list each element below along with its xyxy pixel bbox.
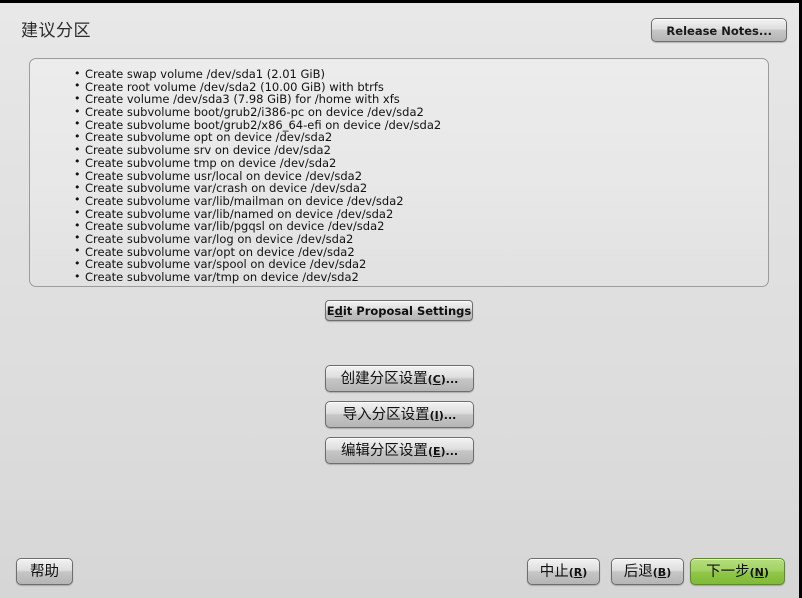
abort-accel: (R) <box>568 566 588 579</box>
back-label: 后退 <box>623 564 653 580</box>
proposal-list-item: Create subvolume usr/local on device /de… <box>74 169 768 182</box>
proposal-list-item: Create subvolume var/crash on device /de… <box>74 182 768 195</box>
import-partition-accel: (I)... <box>429 409 457 422</box>
edit-proposal-accel: d <box>334 304 343 318</box>
proposal-list-item: Create subvolume boot/grub2/x86_64-efi o… <box>74 118 768 131</box>
proposal-list-item: Create subvolume var/opt on device /dev/… <box>74 245 768 258</box>
back-accel: (B) <box>652 566 672 579</box>
proposal-list-item: Create swap volume /dev/sda1 (2.01 GiB) <box>74 67 768 80</box>
proposal-list-item: Create subvolume var/spool on device /de… <box>74 258 768 271</box>
release-notes-button[interactable]: Release Notes... <box>651 18 787 42</box>
create-partition-settings-button[interactable]: 创建分区设置(C)... <box>325 365 474 392</box>
edit-partition-settings-button[interactable]: 编辑分区设置(E)... <box>325 437 474 464</box>
proposal-list-item: Create subvolume var/lib/mailman on devi… <box>74 194 768 207</box>
proposal-list-item: Create subvolume tmp on device /dev/sda2 <box>74 156 768 169</box>
abort-label: 中止 <box>539 564 569 580</box>
next-accel: (N) <box>749 566 769 579</box>
proposal-list-item: Create subvolume srv on device /dev/sda2 <box>74 144 768 157</box>
edit-partition-accel: (E)... <box>427 445 459 458</box>
proposal-list-item: Create volume /dev/sda3 (7.98 GiB) for /… <box>74 93 768 106</box>
import-partition-label: 导入分区设置 <box>342 407 430 423</box>
proposal-list-item: Create subvolume var/lib/pgqsl on device… <box>74 220 768 233</box>
edit-proposal-suffix: it Proposal Settings <box>342 304 472 318</box>
import-partition-settings-button[interactable]: 导入分区设置(I)... <box>325 401 474 428</box>
proposal-summary-box: Create swap volume /dev/sda1 (2.01 GiB)C… <box>29 58 769 287</box>
back-button[interactable]: 后退(B) <box>611 558 684 585</box>
page-title: 建议分区 <box>21 21 91 41</box>
help-button[interactable]: 帮助 <box>16 558 73 585</box>
header: 建议分区 Release Notes... <box>0 3 799 55</box>
proposal-list-item: Create subvolume var/tmp on device /dev/… <box>74 270 768 283</box>
edit-proposal-settings-button[interactable]: Edit Proposal Settings <box>325 300 473 321</box>
footer-bar: 帮助 中止(R) 后退(B) 下一步(N) <box>0 540 799 598</box>
abort-button[interactable]: 中止(R) <box>527 558 600 585</box>
edit-partition-label: 编辑分区设置 <box>340 443 428 459</box>
next-button[interactable]: 下一步(N) <box>690 558 785 585</box>
next-label: 下一步 <box>706 564 750 580</box>
proposal-list-item: Create subvolume var/lib/named on device… <box>74 207 768 220</box>
proposal-list-item: Create root volume /dev/sda2 (10.00 GiB)… <box>74 80 768 93</box>
proposal-list-item: Create subvolume boot/grub2/i386-pc on d… <box>74 106 768 119</box>
create-partition-accel: (C)... <box>427 373 459 386</box>
proposal-list-item: Create subvolume opt on device /dev/sda2 <box>74 131 768 144</box>
installer-window: 建议分区 Release Notes... Create swap volume… <box>0 3 799 598</box>
proposal-list: Create swap volume /dev/sda1 (2.01 GiB)C… <box>30 59 768 283</box>
edit-proposal-prefix: E <box>326 304 335 318</box>
proposal-list-item: Create subvolume var/log on device /dev/… <box>74 232 768 245</box>
create-partition-label: 创建分区设置 <box>340 371 428 387</box>
